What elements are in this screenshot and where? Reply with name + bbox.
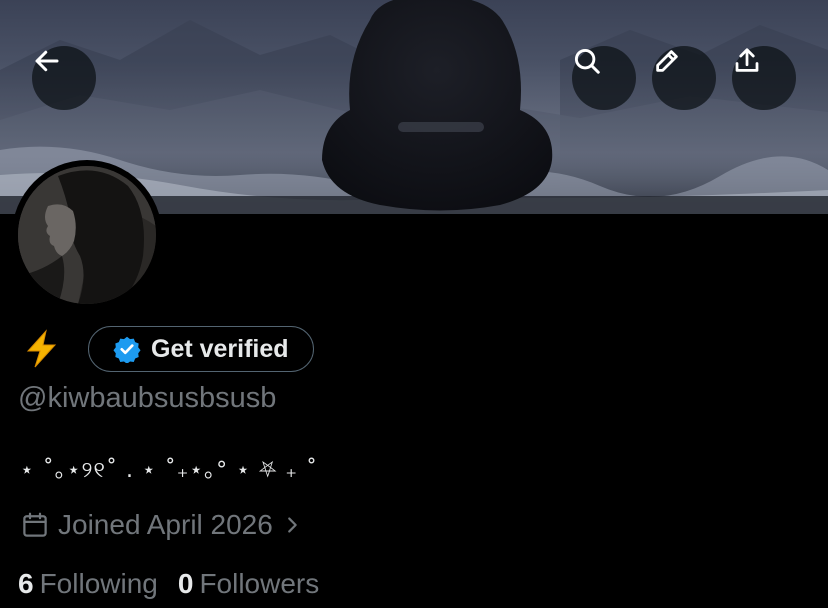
joined-date-row[interactable]: Joined April 2026	[20, 508, 303, 542]
search-button[interactable]	[572, 46, 636, 110]
edit-button[interactable]	[652, 46, 716, 110]
following-count: 6	[18, 568, 34, 599]
chevron-right-icon	[287, 517, 297, 533]
calendar-icon	[23, 512, 47, 537]
get-verified-button[interactable]: Get verified	[88, 326, 314, 372]
profile-bio: ⋆ ˚｡⋆୨୧˚ . ⋆ ˚₊⋆｡° ⋆ ⛧ ₊ ˚	[20, 458, 319, 483]
get-verified-label: Get verified	[151, 334, 289, 363]
lightning-icon	[26, 329, 57, 368]
joined-date: Joined April 2026	[58, 509, 273, 540]
share-icon	[735, 48, 759, 72]
avatar-image	[18, 166, 156, 304]
profile-handle: @kiwbaubsusbsusb	[18, 382, 277, 414]
back-button[interactable]	[32, 46, 96, 110]
followers-count: 0	[177, 568, 194, 599]
following-label: Following	[39, 568, 158, 599]
pencil-icon	[656, 50, 678, 72]
arrow-left-icon	[35, 50, 59, 72]
share-button[interactable]	[732, 46, 796, 110]
profile-page: Get verified @kiwbaubsusbsusb ⋆ ˚｡⋆୨୧˚ .…	[0, 0, 828, 608]
follow-stats: 6 Following 0 Followers	[18, 566, 319, 602]
followers-label: Followers	[199, 568, 320, 599]
verified-badge-icon	[113, 336, 141, 363]
following-link[interactable]: 6 Following	[18, 568, 158, 600]
avatar[interactable]	[12, 160, 162, 310]
followers-link[interactable]: 0 Followers	[178, 568, 319, 600]
name-row: Get verified	[22, 326, 314, 372]
search-icon	[574, 48, 600, 74]
